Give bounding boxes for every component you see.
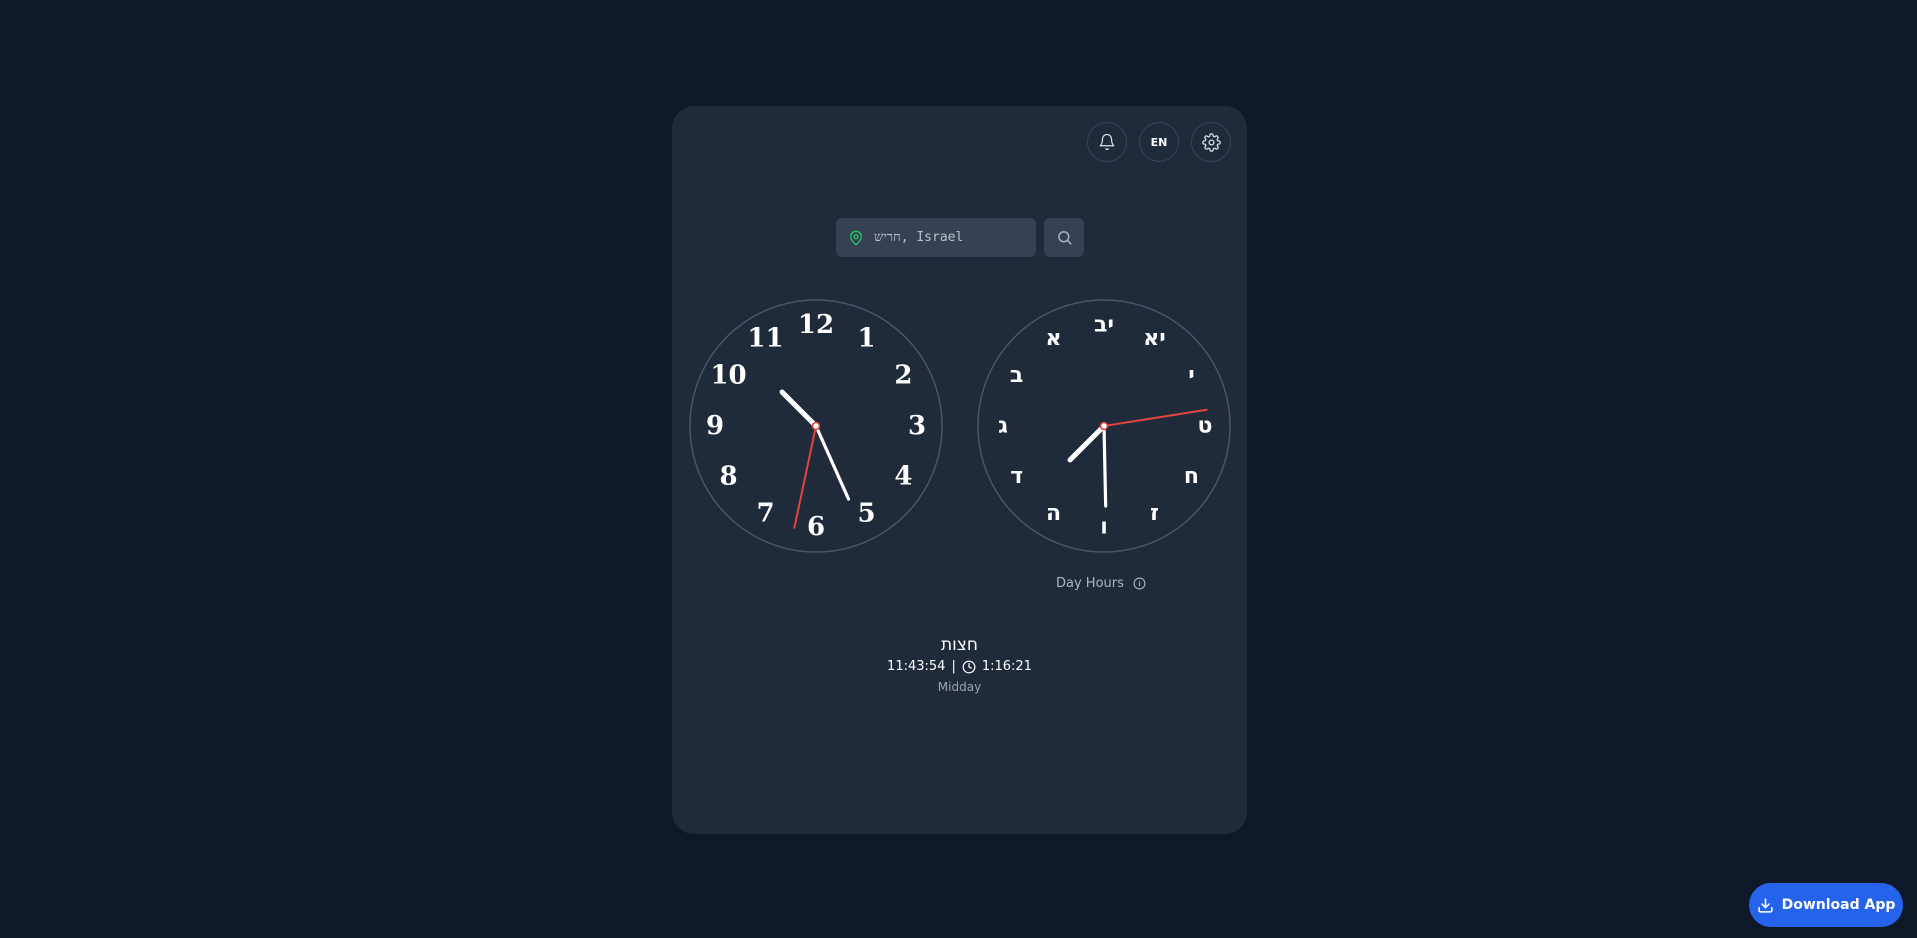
day-hours-label[interactable]: Day Hours xyxy=(1056,576,1146,591)
clock-numeral: 5 xyxy=(857,498,875,528)
bell-icon xyxy=(1099,133,1115,151)
search-button[interactable] xyxy=(1044,218,1084,257)
clock-numeral: 3 xyxy=(908,411,926,441)
zman-name: חצות xyxy=(941,635,978,655)
clock-numeral: 4 xyxy=(894,462,912,492)
clock-numeral: 9 xyxy=(706,411,724,441)
clock-numeral: 2 xyxy=(894,361,912,391)
hebrew-clock: יב יא י טחז ו הדג בא xyxy=(977,299,1231,553)
clock-icon xyxy=(962,660,976,674)
standard-clock: 12 12 3 45 6 78 9 1011 xyxy=(689,299,943,553)
language-button[interactable]: EN xyxy=(1139,122,1179,162)
clock-numeral: ט xyxy=(1198,414,1213,439)
main-card: EN 12 12 3 45 6 78 9 1011 יב יא י טחז ו הדג בא xyxy=(672,106,1247,834)
location-field xyxy=(836,218,1036,257)
clock-numeral: 1 xyxy=(857,324,875,354)
zman-separator: | xyxy=(951,659,956,674)
clock-numeral: ב xyxy=(1010,363,1023,388)
clock-numeral: 6 xyxy=(807,512,825,542)
location-input[interactable] xyxy=(874,230,1024,245)
clock-numeral: 12 xyxy=(798,310,834,340)
download-icon xyxy=(1757,897,1773,913)
download-app-button[interactable]: Download App xyxy=(1749,883,1903,927)
header-actions: EN xyxy=(1087,122,1231,162)
zman-time: 11:43:54 xyxy=(887,659,946,674)
clock-numeral: ד xyxy=(1010,464,1023,489)
download-label: Download App xyxy=(1781,897,1896,913)
clock-numeral: א xyxy=(1045,326,1061,351)
settings-button[interactable] xyxy=(1191,122,1231,162)
notifications-button[interactable] xyxy=(1087,122,1127,162)
clock-numeral: ג xyxy=(998,414,1008,439)
clock-numeral: 11 xyxy=(747,324,783,354)
zman-times: 11:43:54 | 1:16:21 xyxy=(672,658,1247,676)
current-zman: חצות 11:43:54 | 1:16:21 Midday xyxy=(672,634,1247,694)
clock-center-pin xyxy=(1099,421,1109,431)
gear-icon xyxy=(1201,132,1221,152)
day-hours-text: Day Hours xyxy=(1056,576,1124,591)
clock-numeral: ח xyxy=(1184,464,1199,489)
clock-numeral: 10 xyxy=(710,361,746,391)
info-icon[interactable] xyxy=(1133,577,1146,590)
zman-subtitle: Midday xyxy=(937,680,982,694)
clock-numeral: יב xyxy=(1094,313,1114,338)
clock-numeral: 8 xyxy=(719,462,737,492)
clock-numeral: י xyxy=(1188,363,1194,388)
clock-numeral: יא xyxy=(1143,326,1166,351)
clock-numeral: ה xyxy=(1046,501,1061,526)
minute-hand xyxy=(1102,424,1108,508)
clock-numeral: ז xyxy=(1150,501,1159,526)
zman-relative-time: 1:16:21 xyxy=(981,659,1032,674)
clock-numeral: ו xyxy=(1100,515,1108,540)
search-icon xyxy=(1057,231,1072,245)
clock-center-pin xyxy=(811,421,821,431)
location-search xyxy=(836,218,1084,257)
map-pin-icon xyxy=(850,230,862,245)
clock-numeral: 7 xyxy=(756,498,774,528)
